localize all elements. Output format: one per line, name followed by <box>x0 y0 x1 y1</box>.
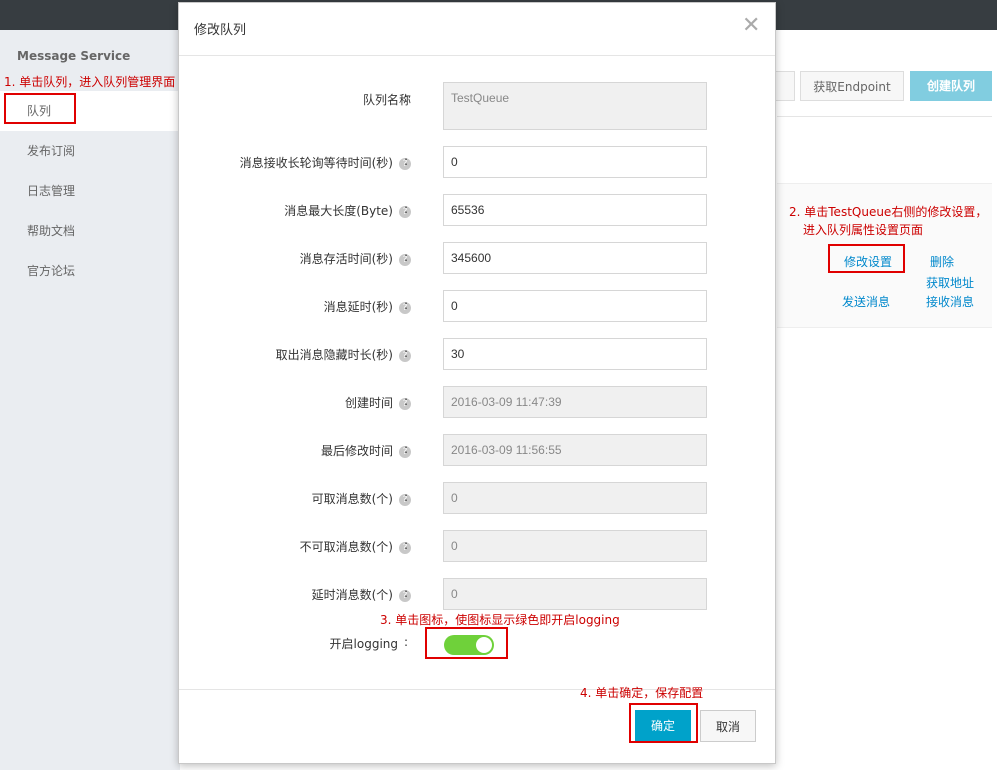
field-label-delayed-messages: 延时消息数(个)? <box>179 586 411 603</box>
field-label-visibility-timeout: 取出消息隐藏时长(秒)? <box>179 346 411 363</box>
max-size-input[interactable]: 65536 <box>443 194 707 226</box>
colon: : <box>404 298 409 312</box>
annotation-step4: 4. 单击确定，保存配置 <box>580 686 704 700</box>
delete-link[interactable]: 删除 <box>930 253 954 270</box>
sidebar-item-logs[interactable]: 日志管理 <box>0 171 180 211</box>
visibility-timeout-input[interactable]: 30 <box>443 338 707 370</box>
field-label-inactive-messages: 不可取消息数(个)? <box>179 538 411 555</box>
colon: : <box>404 538 409 552</box>
retention-input[interactable]: 345600 <box>443 242 707 274</box>
highlight-queue <box>4 93 76 124</box>
queue-name-field: TestQueue <box>443 82 707 130</box>
create-queue-button[interactable]: 创建队列 <box>910 71 992 101</box>
colon: : <box>404 394 409 408</box>
colon: : <box>404 442 409 456</box>
delayed-messages-field: 0 <box>443 578 707 610</box>
logging-label: 开启logging <box>329 637 398 651</box>
field-label-created-time: 创建时间? <box>179 394 411 411</box>
sidebar-title: Message Service <box>17 49 131 63</box>
colon: : <box>404 586 409 600</box>
delay-input[interactable]: 0 <box>443 290 707 322</box>
field-label-max-size: 消息最大长度(Byte)? <box>179 202 411 219</box>
sidebar-item-pubsub[interactable]: 发布订阅 <box>0 131 180 171</box>
get-address-link[interactable]: 获取地址 <box>926 274 974 291</box>
colon: : <box>404 154 409 168</box>
modified-time-field: 2016-03-09 11:56:55 <box>443 434 707 466</box>
polling-wait-input[interactable]: 0 <box>443 146 707 178</box>
sidebar: Message Service 队列 发布订阅 日志管理 帮助文档 官方论坛 <box>0 30 180 770</box>
field-label-delay: 消息延时(秒)? <box>179 298 411 315</box>
dialog-header-divider <box>179 55 775 56</box>
header-button-partial[interactable] <box>773 71 795 101</box>
annotation-step2-line1: 2. 单击TestQueue右侧的修改设置， <box>789 205 988 219</box>
created-time-field: 2016-03-09 11:47:39 <box>443 386 707 418</box>
dialog-title: 修改队列 <box>194 23 247 38</box>
highlight-logging-toggle <box>425 627 508 659</box>
field-label-retention: 消息存活时间(秒)? <box>179 250 411 267</box>
inactive-messages-field: 0 <box>443 530 707 562</box>
get-endpoint-button[interactable]: 获取Endpoint <box>800 71 904 101</box>
colon: : <box>404 202 409 216</box>
annotation-step3: 3. 单击图标，使图标显示绿色即开启logging <box>380 613 620 627</box>
active-messages-field: 0 <box>443 482 707 514</box>
annotation-step1: 1. 单击队列，进入队列管理界面 <box>4 75 176 89</box>
colon: : <box>404 91 409 105</box>
field-label-queue-name: 队列名称 <box>362 93 411 107</box>
divider <box>777 116 992 117</box>
field-label-polling-wait: 消息接收长轮询等待时间(秒)? <box>179 154 411 171</box>
highlight-modify <box>828 244 905 273</box>
cancel-button[interactable]: 取消 <box>700 710 756 742</box>
field-label-modified-time: 最后修改时间? <box>179 442 411 459</box>
close-icon[interactable]: ✕ <box>742 13 760 38</box>
colon: : <box>404 346 409 360</box>
sidebar-item-forum[interactable]: 官方论坛 <box>0 251 180 291</box>
colon: : <box>404 250 409 264</box>
colon: : <box>404 490 409 504</box>
sidebar-item-help-docs[interactable]: 帮助文档 <box>0 211 180 251</box>
field-label-active-messages: 可取消息数(个)? <box>179 490 411 507</box>
colon: : <box>404 635 409 649</box>
highlight-confirm <box>629 703 698 743</box>
annotation-step2-line2: 进入队列属性设置页面 <box>803 223 924 237</box>
receive-message-link[interactable]: 接收消息 <box>926 293 974 310</box>
send-message-link[interactable]: 发送消息 <box>842 293 890 310</box>
